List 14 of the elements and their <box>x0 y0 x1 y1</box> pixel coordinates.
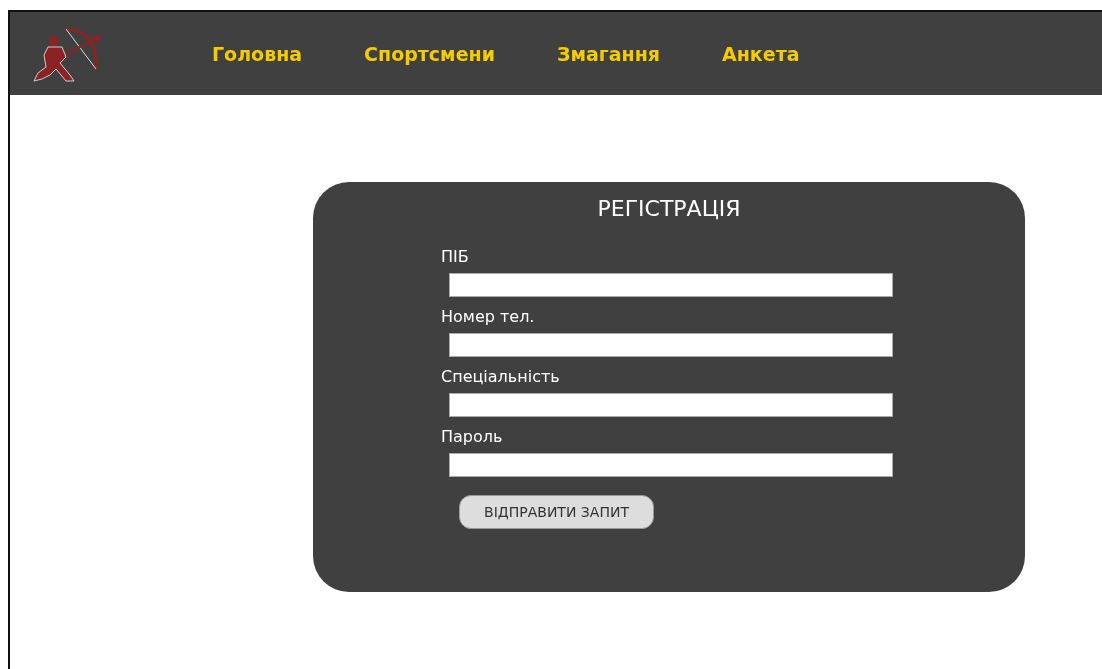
field-label: Спеціальність <box>441 367 561 387</box>
form-title: РЕГІСТРАЦІЯ <box>596 196 742 221</box>
field-label: Номер тел. <box>441 307 536 327</box>
input-field[interactable] <box>449 273 893 297</box>
field-label: Пароль <box>441 427 504 447</box>
submit-button[interactable]: ВІДПРАВИТИ ЗАПИТ <box>459 495 654 529</box>
nav-link[interactable]: Спортсмени <box>364 42 495 65</box>
input-field[interactable] <box>449 333 893 357</box>
input-field[interactable] <box>449 453 893 477</box>
nav-link[interactable]: Змагання <box>556 42 661 65</box>
nav-link[interactable]: Головна <box>212 42 303 65</box>
field-label: ПІБ <box>441 247 470 267</box>
nav-link[interactable]: Анкета <box>722 42 800 65</box>
input-field[interactable] <box>449 393 893 417</box>
